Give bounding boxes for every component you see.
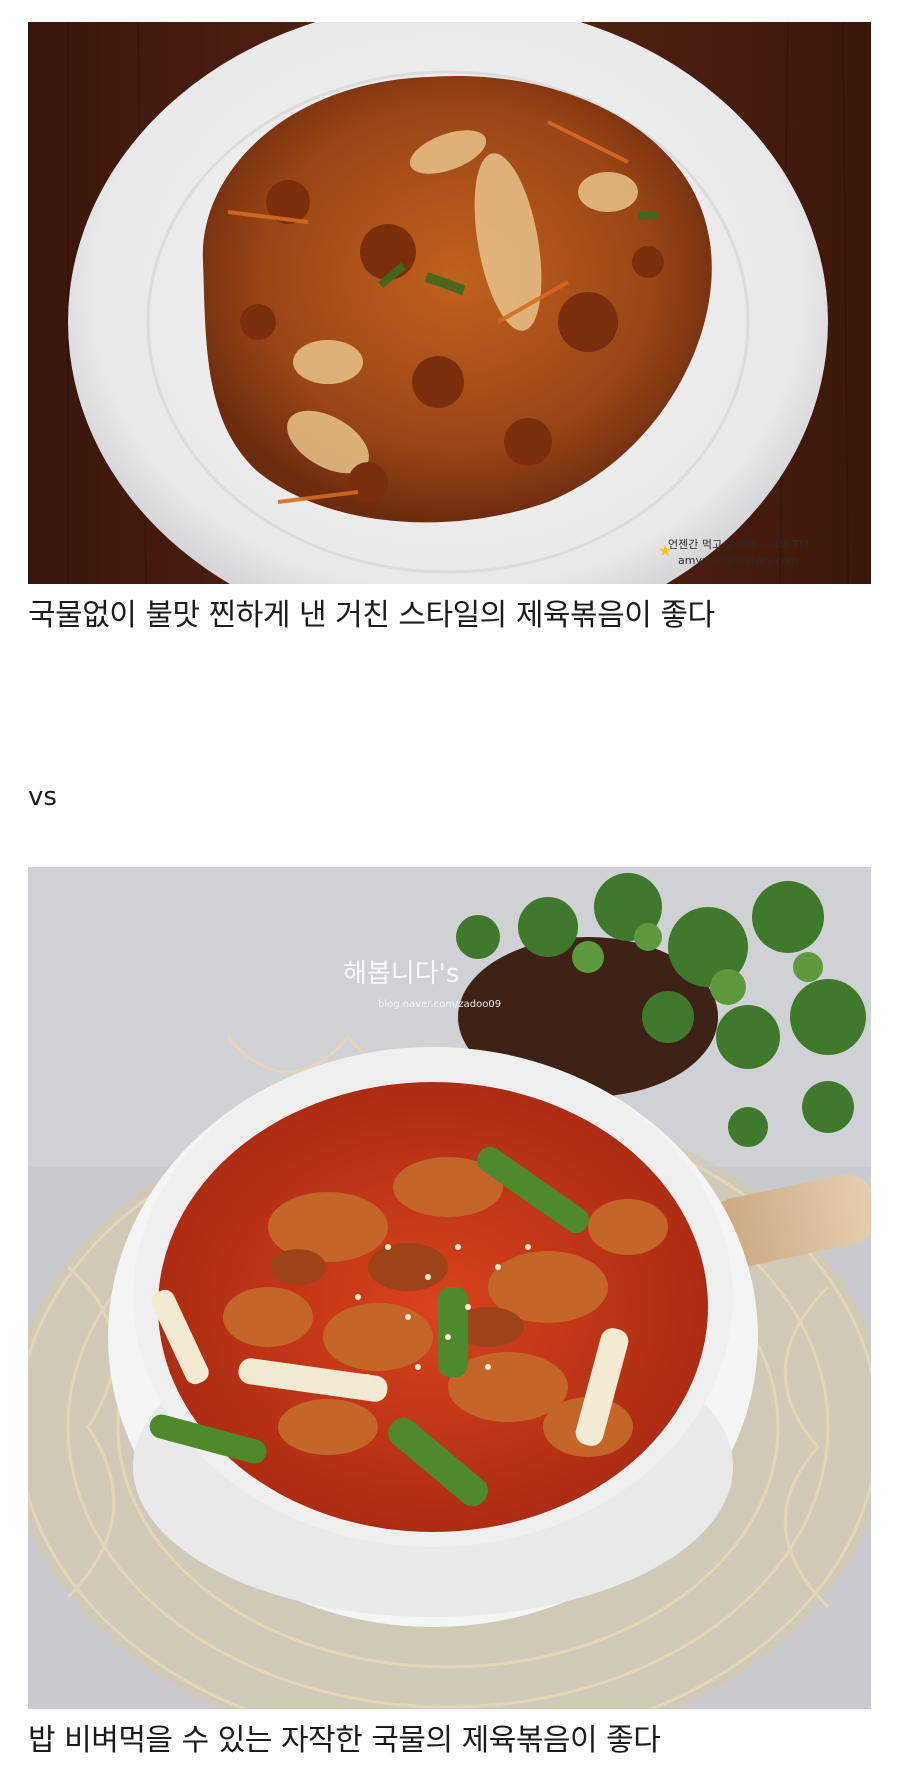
photo-dry-jeyuk-bokkeum: 언젠간 먹고 말거야~ 나의 TM amyzzung.tistory.com ★ <box>28 22 871 584</box>
caption-dry-style: 국물없이 불맛 찐하게 낸 거친 스타일의 제육볶음이 좋다 <box>28 598 715 633</box>
vs-text: vs <box>28 782 57 812</box>
caption-saucy-style: 밥 비벼먹을 수 있는 자작한 국물의 제육볶음이 좋다 <box>28 1723 661 1758</box>
watermark-url: blog.naver.com/zadoo09 <box>378 999 501 1010</box>
watermark-title: 해봅니다's <box>343 959 459 989</box>
watermark-line-1: 언젠간 먹고 말거야~ 나의 TM <box>668 538 809 551</box>
photo-saucy-jeyuk-bokkeum: 해봅니다's blog.naver.com/zadoo09 <box>28 867 871 1709</box>
watermark-line-2: amyzzung.tistory.com <box>678 554 799 567</box>
star-icon: ★ <box>658 541 672 560</box>
